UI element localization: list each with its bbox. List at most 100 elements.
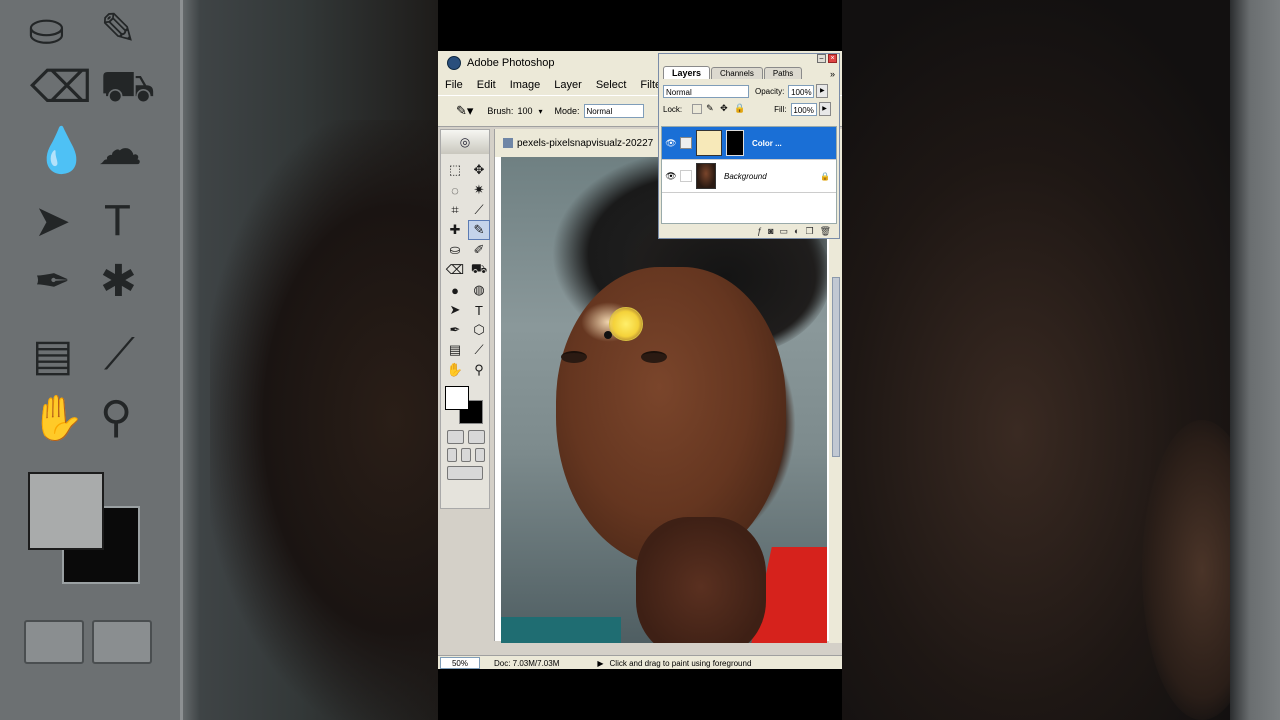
opacity-field[interactable]: 100%	[788, 84, 815, 98]
dodge-icon[interactable]: ◍	[468, 280, 490, 300]
doc-size[interactable]: Doc: 7.03M/7.03M	[494, 659, 559, 668]
clone-stamp-icon[interactable]: ⛀	[444, 240, 466, 260]
scroll-thumb[interactable]	[832, 277, 840, 457]
magic-wand-icon[interactable]: ✷	[468, 180, 490, 200]
move-icon[interactable]: ✥	[468, 160, 490, 180]
blend-mode-select[interactable]: Normal	[663, 84, 749, 98]
quick-mask-button[interactable]	[468, 430, 485, 444]
visibility-eye-icon[interactable]: 👁	[664, 138, 678, 149]
palette-footer: ƒ ◙ ▭ ◐ ❐ 🗑	[659, 224, 839, 238]
status-bar: 50% Doc: 7.03M/7.03M ▶ Click and drag to…	[438, 655, 842, 669]
toolbox-header: ◎	[441, 130, 489, 154]
zoom-field[interactable]: 50%	[440, 657, 480, 669]
jump-to-imageready-button[interactable]	[447, 466, 483, 480]
background-left-blur: ⛀ ✎ ⌫ ⛟ 💧 ☁ ➤ T ✒ ✱ ▤ ⟋ ✋ ⚲	[0, 0, 438, 720]
opacity-arrow-icon[interactable]: ▶	[816, 84, 829, 98]
hand-icon[interactable]: ✋	[444, 360, 466, 380]
menu-layer[interactable]: Layer	[547, 79, 589, 91]
ghost-face-blur	[210, 120, 438, 720]
screen-mode-full-menu-button[interactable]	[461, 448, 471, 462]
mask-mode-row	[441, 426, 489, 444]
slice-icon[interactable]: ⟋	[468, 200, 490, 220]
crop-icon[interactable]: ⌗	[444, 200, 466, 220]
photo-teal-shirt	[501, 617, 621, 643]
palette-window-controls: – ×	[659, 54, 839, 64]
lock-all-icon[interactable]: 🔒	[734, 104, 745, 114]
lock-position-icon[interactable]: ✥	[720, 104, 730, 114]
tab-layers[interactable]: Layers	[663, 66, 711, 79]
zoom-icon[interactable]: ⚲	[468, 360, 490, 380]
mode-label: Mode:	[554, 106, 580, 116]
ghost-stamp-icon: ⛀	[28, 5, 65, 54]
new-layer-icon[interactable]: ❐	[805, 226, 813, 237]
eyedropper-icon[interactable]: ⟋	[468, 340, 490, 360]
lasso-icon[interactable]: ◌	[444, 180, 466, 200]
standard-mode-button[interactable]	[447, 430, 464, 444]
paint-bucket-icon[interactable]: ⛟	[468, 260, 490, 280]
menu-file[interactable]: File	[438, 79, 470, 91]
layer-row-color-fill[interactable]: 👁 Color ...	[662, 127, 836, 160]
eraser-icon[interactable]: ⌫	[444, 260, 466, 280]
brush-preset-icon[interactable]: ✎▾	[456, 103, 473, 119]
ghost-hand-icon: ✋	[30, 394, 85, 443]
ghost-bucket-icon: ⛟	[100, 62, 156, 111]
history-brush-icon[interactable]: ✐	[468, 240, 490, 260]
path-select-icon[interactable]: ➤	[444, 300, 466, 320]
minimize-icon[interactable]: –	[817, 54, 826, 63]
jump-row	[441, 462, 489, 480]
lock-transparency-icon[interactable]	[692, 104, 703, 114]
blur-icon[interactable]: ●	[444, 280, 466, 300]
opacity-label: Opacity:	[755, 86, 785, 96]
adjustment-layer-icon[interactable]: ◐	[794, 226, 799, 236]
layer-link-icon[interactable]	[680, 137, 692, 149]
status-menu-arrow-icon[interactable]: ▶	[597, 659, 603, 668]
window-title: Adobe Photoshop	[467, 57, 555, 69]
status-hint: Click and drag to paint using foreground	[609, 658, 752, 668]
brush-icon[interactable]: ✎	[468, 220, 490, 240]
layer-link-icon[interactable]	[680, 170, 692, 182]
palette-menu-icon[interactable]: »	[830, 69, 839, 79]
ghost-eraser-icon: ⌫	[30, 63, 93, 112]
layer-row-background[interactable]: 👁 Background 🔒	[662, 160, 836, 193]
menu-edit[interactable]: Edit	[470, 79, 503, 91]
menu-image[interactable]: Image	[503, 79, 548, 91]
photo-left-eye	[561, 351, 587, 363]
lock-label: Lock:	[663, 104, 683, 114]
fill-label: Fill:	[774, 104, 787, 114]
layer-list: 👁 Color ... 👁 Background 🔒	[661, 126, 837, 224]
tool-grid: ⬚ ✥ ◌ ✷ ⌗ ⟋ ✚ ✎ ⛀ ✐ ⌫ ⛟ ● ◍ ➤ T ✒ ⬡ ▤ ⟋ …	[441, 154, 490, 380]
mode-select[interactable]: Normal	[583, 104, 644, 118]
notes-icon[interactable]: ▤	[444, 340, 466, 360]
brush-dropdown-icon[interactable]: ▾	[538, 107, 542, 116]
lock-image-icon[interactable]: ✎	[706, 104, 716, 114]
fill-arrow-icon[interactable]: ▶	[818, 102, 831, 116]
marquee-icon[interactable]: ⬚	[444, 160, 466, 180]
ghost-standard-mode	[24, 620, 84, 664]
screen-mode-standard-button[interactable]	[447, 448, 457, 462]
shape-icon[interactable]: ⬡	[468, 320, 490, 340]
delete-layer-icon[interactable]: 🗑	[820, 226, 831, 237]
mask-thumbnail[interactable]	[726, 130, 744, 156]
brush-label: Brush:	[487, 106, 514, 116]
pen-icon[interactable]: ✒	[444, 320, 466, 340]
tab-paths[interactable]: Paths	[763, 67, 803, 79]
ghost-scroll-strip	[1230, 0, 1280, 720]
close-icon[interactable]: ×	[828, 54, 837, 63]
screen-mode-full-button[interactable]	[475, 448, 485, 462]
fill-field[interactable]: 100%	[790, 102, 817, 116]
add-mask-icon[interactable]: ◙	[768, 226, 773, 236]
visibility-eye-icon[interactable]: 👁	[664, 171, 678, 182]
photoshop-logo-icon	[447, 56, 461, 70]
ghost-history-icon: ✎	[100, 5, 137, 54]
adobe-online-icon[interactable]: ◎	[460, 135, 470, 149]
layer-lock-icon: 🔒	[820, 171, 830, 181]
new-group-icon[interactable]: ▭	[780, 226, 789, 237]
menu-select[interactable]: Select	[589, 79, 634, 91]
healing-icon[interactable]: ✚	[444, 220, 466, 240]
tab-channels[interactable]: Channels	[711, 67, 763, 79]
brush-size[interactable]: 100	[517, 106, 532, 116]
layer-style-icon[interactable]: ƒ	[757, 226, 762, 236]
type-icon[interactable]: T	[468, 300, 490, 320]
foreground-color-swatch[interactable]	[445, 386, 469, 410]
ghost-zoom-icon: ⚲	[100, 393, 133, 442]
